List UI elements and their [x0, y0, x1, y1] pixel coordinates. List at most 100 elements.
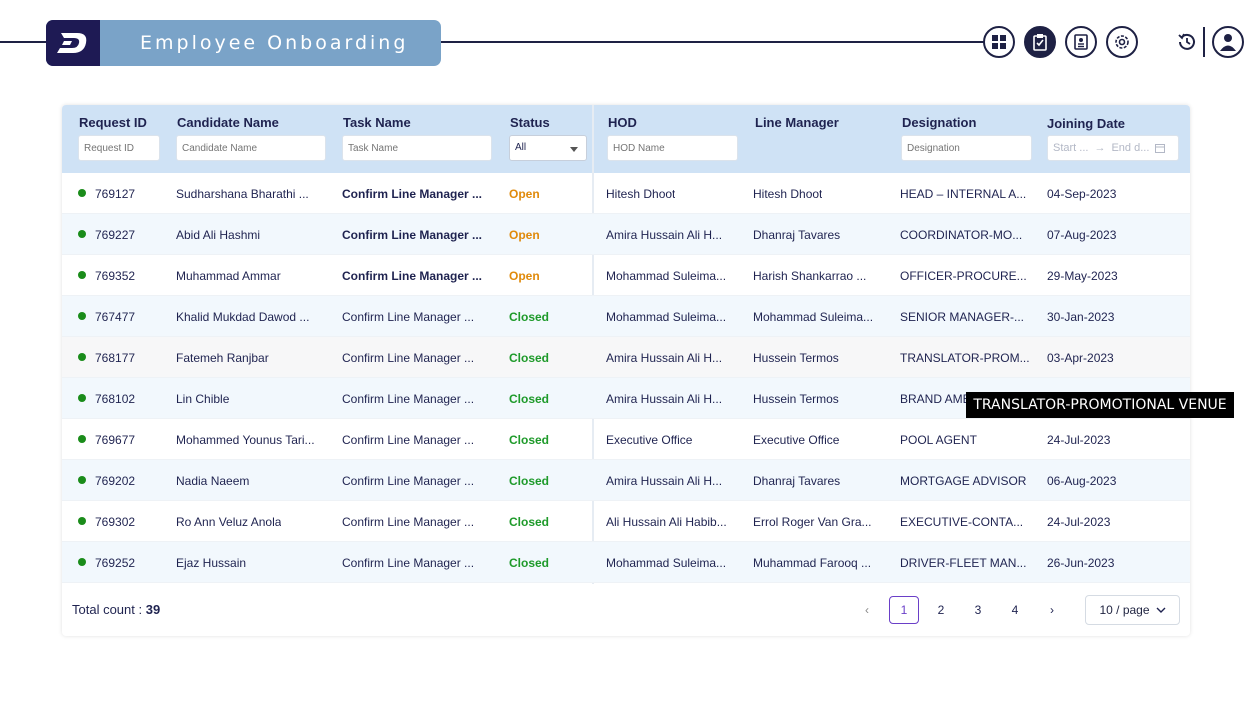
table-row[interactable]: 767477 Khalid Mukdad Dawod ... Confirm L… [62, 296, 1190, 337]
task-name-filter[interactable] [342, 135, 492, 161]
status-dot-icon [78, 558, 86, 566]
cell-designation: POOL AGENT [900, 433, 977, 447]
date-end-placeholder: End d... [1111, 142, 1150, 154]
cell-candidate: Muhammad Ammar [176, 269, 281, 283]
page-4-button[interactable]: 4 [1000, 596, 1030, 624]
user-icon[interactable] [1212, 26, 1244, 58]
status-dot-icon [78, 394, 86, 402]
candidate-name-filter[interactable] [176, 135, 326, 161]
cell-request-id: 768177 [95, 351, 136, 365]
table-row[interactable]: 769677 Mohammed Younus Tari... Confirm L… [62, 419, 1190, 460]
column-request-id[interactable]: Request ID [79, 115, 147, 130]
cell-designation: HEAD – INTERNAL A... [900, 187, 1027, 201]
header-separator [1203, 27, 1205, 57]
cell-line-manager: Mohammad Suleima... [753, 310, 874, 324]
cell-task[interactable]: Confirm Line Manager ... [342, 228, 482, 242]
column-line-manager[interactable]: Line Manager [755, 115, 839, 130]
clipboard-check-icon[interactable] [1024, 26, 1056, 58]
cell-status: Open [509, 228, 540, 242]
cell-request-id: 769677 [95, 433, 136, 447]
cell-task[interactable]: Confirm Line Manager ... [342, 187, 482, 201]
cell-task[interactable]: Confirm Line Manager ... [342, 392, 474, 406]
document-icon[interactable] [1065, 26, 1097, 58]
cell-designation: EXECUTIVE-CONTA... [900, 515, 1024, 529]
cell-designation: MORTGAGE ADVISOR [900, 474, 1027, 488]
cell-line-manager: Hussein Termos [753, 392, 839, 406]
cell-request-id: 769252 [95, 556, 136, 570]
cell-status: Closed [509, 556, 550, 570]
cell-joining-date: 04-Sep-2023 [1047, 187, 1117, 201]
status-dot-icon [78, 189, 86, 197]
page-size-select[interactable]: 10 / page [1085, 595, 1180, 625]
history-icon[interactable] [1176, 31, 1198, 53]
table-row[interactable]: 769127 Sudharshana Bharathi ... Confirm … [62, 173, 1190, 214]
table-row[interactable]: 769227 Abid Ali Hashmi Confirm Line Mana… [62, 214, 1190, 255]
status-dot-icon [78, 312, 86, 320]
column-candidate-name[interactable]: Candidate Name [177, 115, 279, 130]
cell-hod: Amira Hussain Ali H... [606, 392, 723, 406]
date-range-arrow-icon: → [1094, 142, 1106, 154]
cell-line-manager: Errol Roger Van Gra... [753, 515, 872, 529]
cell-candidate: Lin Chible [176, 392, 230, 406]
cell-status: Closed [509, 310, 550, 324]
cell-line-manager: Dhanraj Tavares [753, 228, 841, 242]
column-task-name[interactable]: Task Name [343, 115, 411, 130]
table-body: 769127 Sudharshana Bharathi ... Confirm … [62, 173, 1190, 583]
table-row[interactable]: 768177 Fatemeh Ranjbar Confirm Line Mana… [62, 337, 1190, 378]
cell-candidate: Nadia Naeem [176, 474, 250, 488]
cell-task[interactable]: Confirm Line Manager ... [342, 474, 474, 488]
dashboard-icon[interactable] [983, 26, 1015, 58]
cell-candidate: Ro Ann Veluz Anola [176, 515, 282, 529]
table-header: Request ID Candidate Name Task Name Stat… [62, 105, 1190, 173]
cell-task[interactable]: Confirm Line Manager ... [342, 351, 474, 365]
column-hod[interactable]: HOD [608, 115, 637, 130]
hod-filter[interactable] [607, 135, 738, 161]
table-row[interactable]: 769202 Nadia Naeem Confirm Line Manager … [62, 460, 1190, 501]
page-2-button[interactable]: 2 [926, 596, 956, 624]
column-joining-date[interactable]: Joining Date [1047, 116, 1125, 131]
cell-task[interactable]: Confirm Line Manager ... [342, 433, 474, 447]
cell-designation: DRIVER-FLEET MAN... [900, 556, 1027, 570]
cell-request-id: 769127 [95, 187, 136, 201]
cell-hod: Amira Hussain Ali H... [606, 351, 723, 365]
cell-line-manager: Executive Office [753, 433, 840, 447]
status-filter-select[interactable]: All [509, 135, 587, 161]
cell-candidate: Sudharshana Bharathi ... [176, 187, 309, 201]
cell-hod: Executive Office [606, 433, 693, 447]
app-logo[interactable] [46, 20, 100, 66]
page-3-button[interactable]: 3 [963, 596, 993, 624]
status-dot-icon [78, 517, 86, 525]
cell-task[interactable]: Confirm Line Manager ... [342, 269, 482, 283]
settings-icon[interactable] [1106, 26, 1138, 58]
cell-request-id: 769352 [95, 269, 136, 283]
next-page-icon[interactable]: › [1037, 596, 1067, 624]
chevron-down-icon [1156, 607, 1166, 613]
cell-joining-date: 24-Jul-2023 [1047, 433, 1111, 447]
total-count: Total count : 39 [72, 602, 160, 617]
column-status[interactable]: Status [510, 115, 550, 130]
chevron-down-icon [570, 147, 578, 152]
page-size-value: 10 / page [1099, 603, 1150, 617]
cell-designation: TRANSLATOR-PROM... [900, 351, 1030, 365]
table-row[interactable]: 769302 Ro Ann Veluz Anola Confirm Line M… [62, 501, 1190, 542]
status-dot-icon [78, 476, 86, 484]
cell-line-manager: Hussein Termos [753, 351, 839, 365]
cell-designation: SENIOR MANAGER-... [900, 310, 1025, 324]
prev-page-icon[interactable]: ‹ [852, 596, 882, 624]
cell-task[interactable]: Confirm Line Manager ... [342, 310, 474, 324]
designation-filter[interactable] [901, 135, 1032, 161]
request-id-filter[interactable] [78, 135, 160, 161]
cell-status: Closed [509, 351, 550, 365]
joining-date-range-picker[interactable]: Start ... → End d... [1047, 135, 1179, 161]
page-1-button[interactable]: 1 [889, 596, 919, 624]
date-start-placeholder: Start ... [1053, 142, 1089, 154]
app-title-banner: Employee Onboarding [46, 20, 441, 66]
table-row[interactable]: 769252 Ejaz Hussain Confirm Line Manager… [62, 542, 1190, 583]
cell-joining-date: 26-Jun-2023 [1047, 556, 1115, 570]
cell-task[interactable]: Confirm Line Manager ... [342, 556, 474, 570]
column-designation[interactable]: Designation [902, 115, 976, 130]
designation-tooltip: TRANSLATOR-PROMOTIONAL VENUE [966, 392, 1234, 418]
cell-joining-date: 30-Jan-2023 [1047, 310, 1115, 324]
table-row[interactable]: 769352 Muhammad Ammar Confirm Line Manag… [62, 255, 1190, 296]
cell-task[interactable]: Confirm Line Manager ... [342, 515, 474, 529]
